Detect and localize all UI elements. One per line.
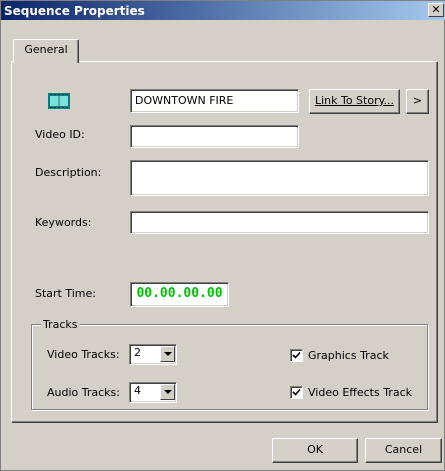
tab-general[interactable]: General xyxy=(13,39,79,63)
link-to-story-label: Link To Story... xyxy=(314,94,395,107)
audio-tracks-value: 4 xyxy=(134,384,141,397)
video-tracks-select[interactable]: 2 xyxy=(129,344,177,365)
checkmark-icon xyxy=(292,388,301,396)
tracks-group-label: Tracks xyxy=(41,318,80,331)
checkmark-icon xyxy=(292,351,301,359)
link-to-story-button[interactable]: Link To Story... xyxy=(309,89,400,114)
video-id-field[interactable] xyxy=(130,125,299,148)
chevron-down-icon[interactable] xyxy=(160,346,175,362)
ok-label: OK xyxy=(307,443,323,456)
chevron-right-icon: > xyxy=(412,94,423,107)
cancel-label: Cancel xyxy=(384,443,423,456)
start-time-field[interactable]: 00.00.00.00 xyxy=(130,282,229,307)
video-effects-track-checkbox[interactable] xyxy=(290,386,303,399)
video-effects-track-label[interactable]: Video Effects Track xyxy=(308,386,412,399)
sequence-properties-dialog: Sequence Properties ✕ General DOWNTOWN F… xyxy=(0,0,445,471)
keywords-label: Keywords: xyxy=(35,216,92,229)
ok-button[interactable]: OK xyxy=(272,438,358,463)
audio-tracks-select[interactable]: 4 xyxy=(129,382,177,403)
keywords-field[interactable] xyxy=(130,211,429,234)
description-field[interactable] xyxy=(130,160,429,196)
start-time-label: Start Time: xyxy=(35,287,96,300)
title-bar[interactable]: Sequence Properties ✕ xyxy=(1,1,445,20)
more-button[interactable]: > xyxy=(406,89,429,114)
tab-general-label: General xyxy=(24,43,68,56)
video-id-label: Video ID: xyxy=(35,128,85,141)
close-button[interactable]: ✕ xyxy=(428,3,444,17)
audio-tracks-label: Audio Tracks: xyxy=(47,386,120,399)
film-strip-icon xyxy=(47,92,71,110)
graphics-track-checkbox[interactable] xyxy=(290,349,303,362)
chevron-down-icon[interactable] xyxy=(160,384,175,400)
close-icon: ✕ xyxy=(431,3,441,16)
story-name-field[interactable]: DOWNTOWN FIRE xyxy=(130,89,299,113)
video-tracks-label: Video Tracks: xyxy=(47,348,120,361)
video-tracks-value: 2 xyxy=(134,346,141,359)
graphics-track-label[interactable]: Graphics Track xyxy=(308,349,389,362)
description-label: Description: xyxy=(35,166,102,179)
cancel-button[interactable]: Cancel xyxy=(365,438,442,463)
window-title: Sequence Properties xyxy=(4,4,145,18)
